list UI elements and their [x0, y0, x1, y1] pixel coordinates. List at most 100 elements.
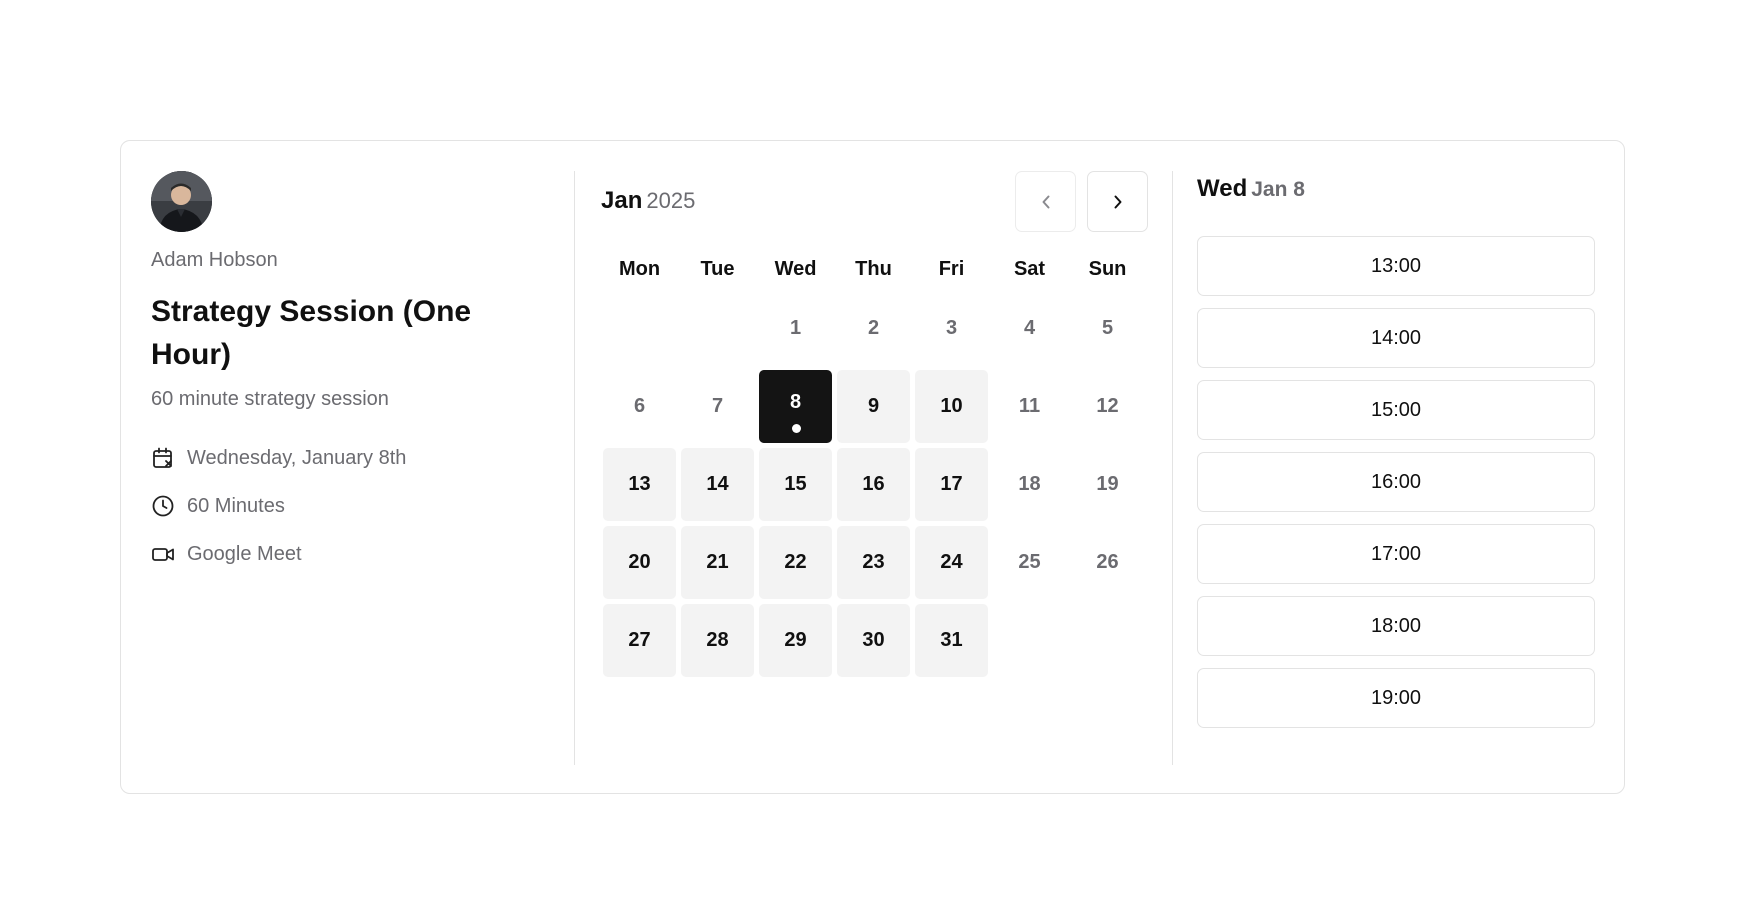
event-details: Wednesday, January 8th 60 Minutes Google… [151, 445, 571, 567]
day-29[interactable]: 29 [759, 604, 832, 677]
day-number: 8 [789, 391, 802, 413]
chevron-right-icon [1114, 195, 1121, 208]
time-slot-button[interactable]: 19:00 [1197, 668, 1595, 728]
day-number: 31 [940, 629, 963, 651]
day-18: 18 [993, 448, 1066, 521]
weekday-fri: Fri [938, 258, 965, 280]
detail-date: Wednesday, January 8th [151, 445, 571, 471]
day-number: 2 [867, 317, 880, 339]
time-slot-button[interactable]: 14:00 [1197, 308, 1595, 368]
day-number: 11 [1018, 395, 1041, 417]
detail-duration-text: 60 Minutes [187, 494, 285, 517]
day-28[interactable]: 28 [681, 604, 754, 677]
host-avatar [151, 171, 212, 232]
day-number: 6 [633, 395, 646, 417]
day-30[interactable]: 30 [837, 604, 910, 677]
day-22[interactable]: 22 [759, 526, 832, 599]
weekday-sat: Sat [1013, 258, 1046, 280]
time-slot-button[interactable]: 13:00 [1197, 236, 1595, 296]
time-slot-button[interactable]: 15:00 [1197, 380, 1595, 440]
day-number: 26 [1096, 551, 1119, 573]
day-16[interactable]: 16 [837, 448, 910, 521]
weekday-tue: Tue [700, 258, 735, 280]
day-number: 22 [784, 551, 807, 573]
day-20[interactable]: 20 [603, 526, 676, 599]
day-14[interactable]: 14 [681, 448, 754, 521]
day-number: 20 [628, 551, 651, 573]
prev-month-button[interactable] [1015, 171, 1076, 232]
day-12: 12 [1071, 370, 1144, 443]
day-number: 4 [1023, 317, 1036, 339]
clock-icon [151, 494, 175, 518]
calendar: Jan 2025 Mon Tue Wed Thu Fri Sat Sun 1234567891… [601, 171, 1151, 677]
today-dot-icon [791, 424, 801, 433]
time-slots-panel: Wed Jan 8 13:00 14:00 15:00 16:00 17:00 18:00 1… [1197, 171, 1595, 740]
day-17[interactable]: 17 [915, 448, 988, 521]
event-info-panel: Adam Hobson Strategy Session (One Hour) … [151, 171, 571, 589]
day-7: 7 [681, 370, 754, 443]
day-number: 5 [1101, 317, 1114, 339]
month-name: Jan [601, 187, 643, 214]
day-blank [603, 292, 676, 365]
day-number: 18 [1018, 473, 1041, 495]
day-5: 5 [1071, 292, 1144, 365]
day-number: 17 [940, 473, 963, 495]
day-number: 14 [706, 473, 729, 495]
day-2: 2 [837, 292, 910, 365]
day-number: 3 [945, 317, 958, 339]
day-21[interactable]: 21 [681, 526, 754, 599]
host-name: Adam Hobson [151, 249, 278, 271]
booking-card: Adam Hobson Strategy Session (One Hour) … [120, 140, 1625, 794]
day-25: 25 [993, 526, 1066, 599]
calendar-x-icon [151, 446, 175, 470]
time-slot-button[interactable]: 18:00 [1197, 596, 1595, 656]
day-number: 9 [867, 395, 880, 417]
detail-location: Google Meet [151, 541, 571, 567]
event-description: 60 minute strategy session [151, 388, 389, 410]
weekday-mon: Mon [618, 258, 661, 280]
day-number: 30 [862, 629, 885, 651]
day-23[interactable]: 23 [837, 526, 910, 599]
selected-day-name: Wed [1197, 175, 1248, 202]
time-slot-button[interactable]: 16:00 [1197, 452, 1595, 512]
day-8[interactable]: 8 [759, 370, 832, 443]
panel-divider [574, 171, 575, 765]
month-label: Jan 2025 [601, 187, 695, 215]
time-slot-button[interactable]: 17:00 [1197, 524, 1595, 584]
time-slot-list: 13:00 14:00 15:00 16:00 17:00 18:00 19:00 [1197, 236, 1595, 728]
next-month-button[interactable] [1087, 171, 1148, 232]
day-15[interactable]: 15 [759, 448, 832, 521]
video-icon [151, 542, 175, 566]
day-1: 1 [759, 292, 832, 365]
day-26: 26 [1071, 526, 1144, 599]
day-grid: 1 2 3 4 5 6 7 8 9 10 11 12 13 14 15 16 17 18 19 20 21 22 23 24 2… [603, 292, 1151, 677]
day-19: 19 [1071, 448, 1144, 521]
calendar-header: Jan 2025 [601, 171, 1151, 232]
day-number: 16 [862, 473, 885, 495]
day-3: 3 [915, 292, 988, 365]
weekday-header: Mon Tue Wed Thu Fri Sat Sun [603, 254, 1151, 284]
day-13[interactable]: 13 [603, 448, 676, 521]
day-27[interactable]: 27 [603, 604, 676, 677]
panel-divider [1172, 171, 1173, 765]
selected-date: Jan 8 [1251, 178, 1305, 201]
selected-date-heading: Wed Jan 8 [1197, 171, 1595, 211]
day-11: 11 [993, 370, 1066, 443]
weekday-thu: Thu [855, 258, 892, 280]
year: 2025 [646, 188, 696, 213]
day-10[interactable]: 10 [915, 370, 988, 443]
weekday-wed: Wed [774, 258, 817, 280]
day-number: 15 [784, 473, 807, 495]
day-number: 27 [628, 629, 651, 651]
day-6: 6 [603, 370, 676, 443]
day-24[interactable]: 24 [915, 526, 988, 599]
detail-location-text: Google Meet [187, 542, 302, 565]
day-9[interactable]: 9 [837, 370, 910, 443]
day-31[interactable]: 31 [915, 604, 988, 677]
person-photo-icon [151, 171, 212, 232]
day-number: 1 [789, 317, 802, 339]
detail-date-text: Wednesday, January 8th [187, 446, 407, 469]
day-number: 29 [784, 629, 807, 651]
detail-duration: 60 Minutes [151, 493, 571, 519]
day-number: 23 [862, 551, 885, 573]
